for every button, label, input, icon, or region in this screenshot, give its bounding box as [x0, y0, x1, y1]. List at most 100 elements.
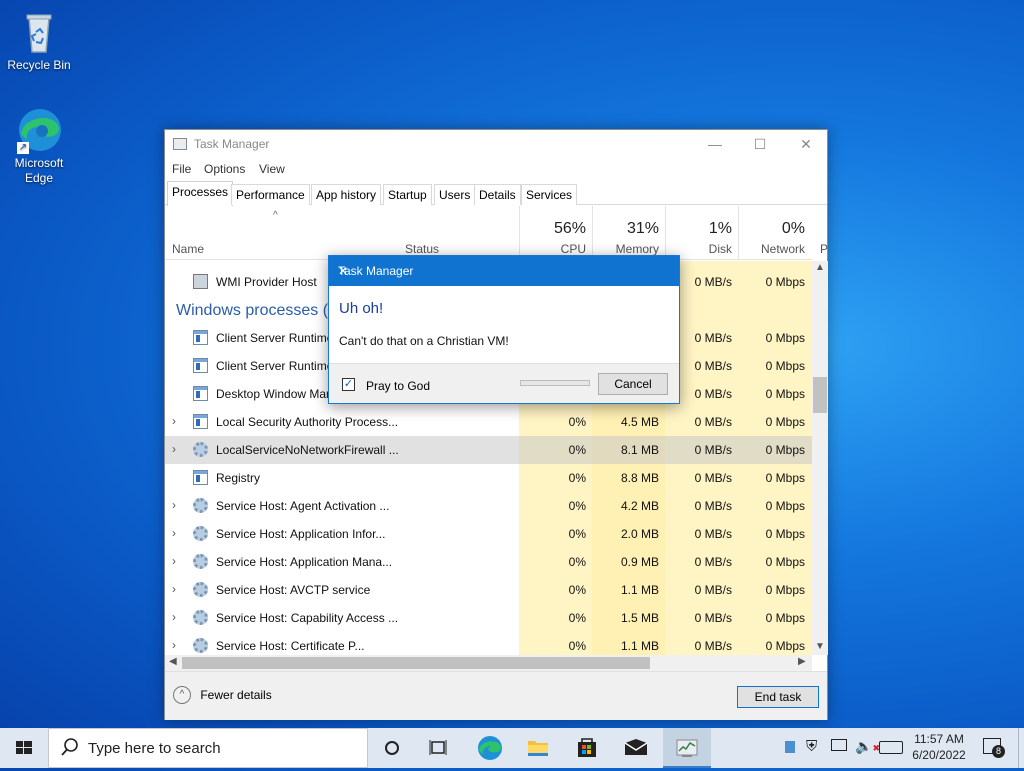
- process-name: LocalServiceNoNetworkFirewall ...: [216, 443, 399, 457]
- minimize-button[interactable]: —: [692, 130, 738, 158]
- process-cpu: 0%: [568, 527, 586, 541]
- column-name[interactable]: Name: [172, 242, 204, 256]
- recycle-bin-icon: [15, 8, 63, 56]
- process-memory: 1.1 MB: [620, 639, 659, 653]
- network-icon[interactable]: [831, 739, 847, 751]
- process-row[interactable]: › Service Host: Application Mana... 0% 0.9 …: [165, 548, 812, 576]
- expand-chevron-icon[interactable]: ›: [172, 582, 182, 596]
- process-row[interactable]: › LocalServiceNoNetworkFirewall ... 0% 8.1 …: [165, 436, 812, 464]
- clock[interactable]: 11:57 AM 6/20/2022: [906, 731, 972, 763]
- dialog-close-icon[interactable]: ✕: [338, 264, 669, 278]
- menu-options[interactable]: Options: [204, 162, 245, 176]
- process-network: 0 Mbps: [765, 639, 805, 653]
- expand-chevron-icon[interactable]: ›: [172, 526, 182, 540]
- process-row[interactable]: › Service Host: AVCTP service 0% 1.1 MB 0 MB…: [165, 576, 812, 604]
- tab-details[interactable]: Details: [474, 184, 521, 205]
- column-header: ^ Name Status 56% CPU 31% Memory 1% Disk…: [165, 206, 828, 260]
- process-network: 0 Mbps: [765, 359, 805, 373]
- mail-button[interactable]: [614, 728, 658, 768]
- scroll-down-icon[interactable]: ▼: [815, 641, 825, 652]
- start-button[interactable]: [0, 728, 48, 768]
- tab-services[interactable]: Services: [521, 184, 578, 205]
- keyboard-icon[interactable]: [879, 741, 903, 754]
- task-view-button[interactable]: [418, 728, 462, 768]
- clock-date: 6/20/2022: [912, 748, 966, 762]
- process-memory: 2.0 MB: [620, 527, 659, 541]
- process-row[interactable]: › Service Host: Capability Access ... 0% 1.…: [165, 604, 812, 632]
- close-button[interactable]: ✕: [783, 130, 829, 158]
- store-button[interactable]: [565, 728, 609, 768]
- process-cpu: 0%: [568, 583, 586, 597]
- expand-chevron-icon[interactable]: ›: [172, 610, 182, 624]
- column-disk[interactable]: 1% Disk: [665, 206, 738, 260]
- column-status[interactable]: Status: [405, 242, 439, 256]
- horizontal-scroll-thumb[interactable]: [182, 657, 650, 669]
- memory-total: 31%: [626, 220, 659, 237]
- task-view-cortana-button[interactable]: [370, 728, 414, 768]
- task-manager-taskbar-button[interactable]: [663, 728, 711, 768]
- scroll-left-icon[interactable]: ◀: [169, 656, 177, 667]
- horizontal-scrollbar[interactable]: ◀ ▶: [165, 655, 812, 671]
- maximize-button[interactable]: ☐: [737, 130, 783, 158]
- tray-chat-icon[interactable]: [785, 741, 795, 753]
- expand-chevron-icon[interactable]: ›: [172, 414, 182, 428]
- desktop-icon-edge[interactable]: ↗ Microsoft Edge: [1, 106, 77, 186]
- footer-bar: ^ Fewer details End task: [165, 671, 827, 720]
- scroll-right-icon[interactable]: ▶: [798, 656, 806, 667]
- search-box[interactable]: Type here to search: [48, 728, 368, 768]
- process-memory: 8.8 MB: [620, 471, 659, 485]
- cancel-button[interactable]: Cancel: [598, 373, 668, 395]
- cpu-total: 56%: [553, 220, 586, 237]
- process-cpu: 0%: [568, 499, 586, 513]
- column-memory[interactable]: 31% Memory: [592, 206, 665, 260]
- tab-performance[interactable]: Performance: [231, 184, 310, 205]
- process-icon: [193, 442, 208, 457]
- security-shield-icon[interactable]: ⛨: [806, 738, 817, 755]
- action-center-button[interactable]: 8: [983, 738, 1005, 758]
- process-row[interactable]: › Service Host: Application Infor... 0% 2.0…: [165, 520, 812, 548]
- process-icon: [193, 498, 208, 513]
- process-row[interactable]: Registry 0% 8.8 MB 0 MB/s 0 Mbps: [165, 464, 812, 492]
- expand-chevron-icon[interactable]: ›: [172, 554, 182, 568]
- pray-checkbox-label[interactable]: Pray to God: [366, 379, 430, 393]
- expand-chevron-icon[interactable]: ›: [172, 638, 182, 652]
- dialog-message: Can't do that on a Christian VM!: [339, 334, 509, 348]
- process-icon: [193, 638, 208, 653]
- end-task-button[interactable]: End task: [737, 686, 819, 708]
- tab-processes[interactable]: Processes: [167, 181, 234, 206]
- progress-bar: [520, 380, 590, 386]
- desktop-icon-label: Microsoft Edge: [14, 156, 64, 185]
- vertical-scroll-thumb[interactable]: [813, 377, 827, 413]
- process-disk: 0 MB/s: [694, 555, 732, 569]
- tab-startup[interactable]: Startup: [383, 184, 432, 205]
- expand-chevron-icon[interactable]: ›: [172, 498, 182, 512]
- desktop-icon-recycle-bin[interactable]: Recycle Bin: [1, 8, 77, 73]
- column-power[interactable]: P: [820, 242, 828, 256]
- show-desktop-button[interactable]: [1018, 728, 1024, 768]
- dialog-title-bar[interactable]: Task Manager ✕: [329, 256, 679, 286]
- process-row[interactable]: › Service Host: Certificate P... 0% 1.1 MB 0…: [165, 632, 812, 655]
- process-network: 0 Mbps: [765, 611, 805, 625]
- fewer-details-button[interactable]: ^ Fewer details: [173, 686, 272, 704]
- tab-app-history[interactable]: App history: [311, 184, 382, 205]
- edge-taskbar-button[interactable]: [468, 728, 512, 768]
- task-manager-window: Task Manager — ☐ ✕ File Options View Pro…: [164, 129, 828, 720]
- dialog-heading: Uh oh!: [339, 300, 384, 317]
- vertical-scrollbar[interactable]: ▲ ▼: [812, 261, 828, 655]
- volume-muted-icon[interactable]: 🔈✖: [855, 738, 880, 755]
- menu-view[interactable]: View: [259, 162, 285, 176]
- process-memory: 0.9 MB: [620, 555, 659, 569]
- expand-chevron-icon[interactable]: ›: [172, 442, 182, 456]
- process-row[interactable]: › Service Host: Agent Activation ... 0% 4.2…: [165, 492, 812, 520]
- search-placeholder: Type here to search: [88, 740, 221, 757]
- process-row[interactable]: › Local Security Authority Process... 0% 4.…: [165, 408, 812, 436]
- file-explorer-button[interactable]: [516, 728, 560, 768]
- process-disk: 0 MB/s: [694, 499, 732, 513]
- tab-users[interactable]: Users: [434, 184, 476, 205]
- column-network[interactable]: 0% Network: [738, 206, 811, 260]
- scroll-up-icon[interactable]: ▲: [815, 262, 825, 273]
- title-bar[interactable]: Task Manager — ☐ ✕: [165, 130, 827, 158]
- pray-checkbox[interactable]: ✓: [342, 378, 355, 391]
- column-cpu[interactable]: 56% CPU: [519, 206, 592, 260]
- menu-file[interactable]: File: [172, 162, 191, 176]
